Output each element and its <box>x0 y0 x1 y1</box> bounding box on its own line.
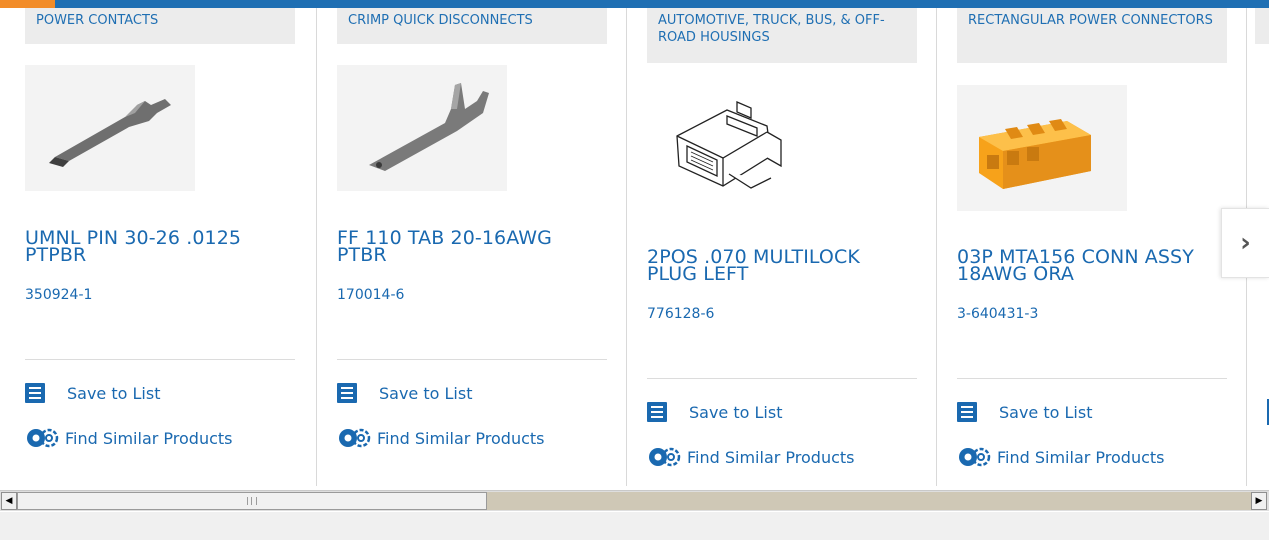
save-label: Save to List <box>67 383 161 403</box>
part-number-link[interactable]: 3-640431-3 <box>957 306 1038 322</box>
save-to-list-button[interactable]: Save to List <box>647 402 782 422</box>
divider <box>337 359 607 360</box>
part-number-link[interactable]: 170014-6 <box>337 287 404 303</box>
category-link[interactable] <box>1255 8 1269 44</box>
find-similar-button[interactable]: Find Similar Products <box>25 427 233 449</box>
save-label: Save to List <box>379 383 473 403</box>
product-image[interactable] <box>337 65 507 195</box>
list-check-icon <box>957 402 977 422</box>
category-link[interactable]: RECTANGULAR POWER CONNECTORS <box>957 8 1227 63</box>
top-accent-orange <box>0 0 55 8</box>
list-check-icon <box>647 402 667 422</box>
gears-icon <box>957 446 991 468</box>
category-link[interactable]: POWER CONTACTS <box>25 8 295 44</box>
find-similar-button[interactable]: Find Similar Products <box>957 446 1165 468</box>
save-label: Save to List <box>999 402 1093 422</box>
product-title-link[interactable]: 2POS .070 MULTILOCK PLUG LEFT <box>647 248 909 284</box>
category-link[interactable]: CRIMP QUICK DISCONNECTS <box>337 8 607 44</box>
product-title-link[interactable]: 03P MTA156 CONN ASSY 18AWG ORA <box>957 248 1219 284</box>
grip-icon <box>247 497 257 505</box>
top-accent-bar <box>0 0 1269 8</box>
product-card: CRIMP QUICK DISCONNECTS FF 110 TAB 20-16… <box>316 8 616 486</box>
product-card: POWER CONTACTS UMNL PIN 30-26 .0125 PTPB… <box>25 8 325 486</box>
category-link[interactable]: AUTOMOTIVE, TRUCK, BUS, & OFF-ROAD HOUSI… <box>647 8 917 63</box>
product-card: AUTOMOTIVE, TRUCK, BUS, & OFF-ROAD HOUSI… <box>626 8 926 486</box>
part-number-link[interactable]: 350924-1 <box>25 287 92 303</box>
divider <box>25 359 295 360</box>
product-title-link[interactable]: FF 110 TAB 20-16AWG PTBR <box>337 229 599 265</box>
product-title-link[interactable]: UMNL PIN 30-26 .0125 PTPBR <box>25 229 287 265</box>
scrollbar-track[interactable] <box>487 492 1251 510</box>
product-carousel: POWER CONTACTS UMNL PIN 30-26 .0125 PTPB… <box>0 8 1269 486</box>
scrollbar-thumb[interactable] <box>17 492 487 510</box>
list-check-icon <box>337 383 357 403</box>
footer-area <box>0 512 1269 540</box>
save-to-list-button[interactable]: Save to List <box>957 402 1092 422</box>
similar-label: Find Similar Products <box>377 428 545 448</box>
similar-label: Find Similar Products <box>65 428 233 448</box>
gears-icon <box>647 446 681 468</box>
carousel-next-button[interactable]: › <box>1221 208 1269 278</box>
product-image[interactable] <box>25 65 195 195</box>
find-similar-button[interactable]: Find Similar Products <box>647 446 855 468</box>
similar-label: Find Similar Products <box>997 447 1165 467</box>
gears-icon <box>337 427 371 449</box>
divider <box>957 378 1227 379</box>
list-check-icon <box>25 383 45 403</box>
gears-icon <box>25 427 59 449</box>
chevron-right-icon: › <box>1240 228 1251 258</box>
save-to-list-button[interactable]: Save to List <box>337 383 472 403</box>
product-image[interactable] <box>957 85 1127 215</box>
divider <box>647 378 917 379</box>
horizontal-scrollbar[interactable]: ◀ ▶ <box>0 490 1269 511</box>
scroll-left-arrow[interactable]: ◀ <box>1 492 17 510</box>
product-card: RECTANGULAR POWER CONNECTORS 03P MTA156 … <box>936 8 1236 486</box>
find-similar-button[interactable]: Find Similar Products <box>337 427 545 449</box>
similar-label: Find Similar Products <box>687 447 855 467</box>
scroll-right-arrow[interactable]: ▶ <box>1251 492 1267 510</box>
save-label: Save to List <box>689 402 783 422</box>
product-image[interactable] <box>667 96 787 200</box>
part-number-link[interactable]: 776128-6 <box>647 306 714 322</box>
save-to-list-button[interactable]: Save to List <box>25 383 160 403</box>
